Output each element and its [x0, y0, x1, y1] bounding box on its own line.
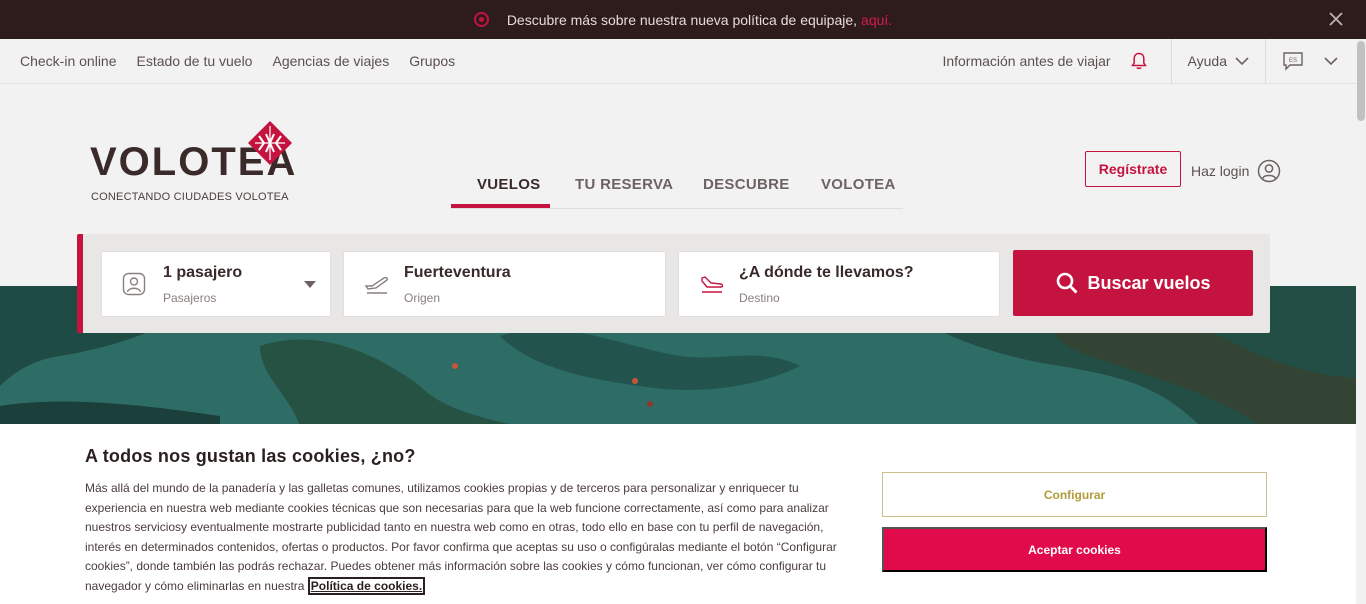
nav-travel-agencies[interactable]: Agencias de viajes	[272, 53, 389, 69]
scrollbar-thumb[interactable]	[1357, 41, 1365, 121]
origin-value: Fuerteventura	[404, 264, 511, 281]
bell-icon[interactable]	[1129, 51, 1149, 71]
nav-groups[interactable]: Grupos	[409, 53, 455, 69]
search-flights-button[interactable]: Buscar vuelos	[1013, 250, 1253, 316]
logo-mark-icon	[248, 121, 292, 165]
nav-travel-info[interactable]: Información antes de viajar	[942, 53, 1110, 69]
language-chat-icon: ES	[1283, 52, 1303, 71]
chevron-down-icon	[1324, 57, 1338, 66]
search-icon	[1057, 272, 1078, 294]
tab-tu-reserva[interactable]: TU RESERVA	[575, 176, 673, 193]
login-link[interactable]: Haz login	[1191, 159, 1281, 183]
tab-volotea[interactable]: VOLOTEA	[821, 176, 896, 193]
caret-down-icon	[304, 281, 316, 288]
plane-arrival-icon	[701, 276, 724, 293]
page-scrollbar[interactable]	[1356, 39, 1366, 604]
passengers-field[interactable]: 1 pasajero Pasajeros	[101, 251, 331, 317]
passengers-value: 1 pasajero	[163, 264, 243, 281]
main-tabs: VUELOS TU RESERVA DESCUBRE VOLOTEA	[451, 166, 903, 209]
help-menu[interactable]: Ayuda	[1172, 53, 1265, 69]
register-button[interactable]: Regístrate	[1085, 151, 1181, 187]
origin-label: Origen	[404, 291, 441, 305]
volotea-logo[interactable]: VOLOTEA CONECTANDO CIUDADES VOLOTEA	[90, 120, 300, 210]
announcement-message: Descubre más sobre nuestra nueva polític…	[506, 11, 858, 28]
passengers-icon	[122, 272, 146, 296]
cookie-title: A todos nos gustan las cookies, ¿no?	[85, 446, 416, 466]
secondary-nav: Check-in online Estado de tu vuelo Agenc…	[0, 39, 1356, 84]
nav-checkin-online[interactable]: Check-in online	[20, 53, 117, 69]
accept-cookies-button[interactable]: Aceptar cookies	[882, 527, 1267, 572]
close-icon[interactable]	[1328, 11, 1344, 27]
logo-tagline: CONECTANDO CIUDADES VOLOTEA	[91, 191, 289, 203]
cookie-text: Más allá del mundo de la panadería y las…	[85, 481, 837, 593]
login-label: Haz login	[1191, 163, 1250, 179]
cookie-banner: A todos nos gustan las cookies, ¿no? Más…	[0, 424, 1356, 604]
destination-field[interactable]: ¿A dónde te llevamos? Destino	[678, 251, 1000, 317]
cookie-body: Más allá del mundo de la panadería y las…	[85, 479, 857, 596]
search-flights-label: Buscar vuelos	[1087, 272, 1211, 293]
tab-vuelos[interactable]: VUELOS	[477, 176, 540, 193]
user-icon	[1258, 159, 1281, 183]
record-icon	[473, 12, 489, 27]
language-selector[interactable]: ES	[1266, 51, 1356, 71]
plane-departure-icon	[364, 276, 388, 294]
passengers-label: Pasajeros	[163, 291, 217, 305]
destination-value: ¿A dónde te llevamos?	[739, 264, 914, 281]
active-tab-indicator	[451, 204, 550, 208]
nav-flight-status[interactable]: Estado de tu vuelo	[137, 53, 253, 69]
configure-cookies-button[interactable]: Configurar	[882, 472, 1267, 517]
destination-label: Destino	[739, 291, 780, 305]
announcement-bar: Descubre más sobre nuestra nueva polític…	[0, 0, 1366, 39]
language-code: ES	[1289, 58, 1297, 64]
announcement-link[interactable]: aquí.	[861, 12, 892, 28]
origin-field[interactable]: Fuerteventura Origen	[343, 251, 666, 317]
cookie-policy-link[interactable]: Política de cookies.	[307, 576, 426, 595]
tab-descubre[interactable]: DESCUBRE	[703, 176, 790, 193]
chevron-down-icon	[1235, 57, 1249, 66]
help-label: Ayuda	[1187, 53, 1227, 69]
flight-search-box: 1 pasajero Pasajeros Fuerteventura Orige…	[77, 234, 1270, 333]
